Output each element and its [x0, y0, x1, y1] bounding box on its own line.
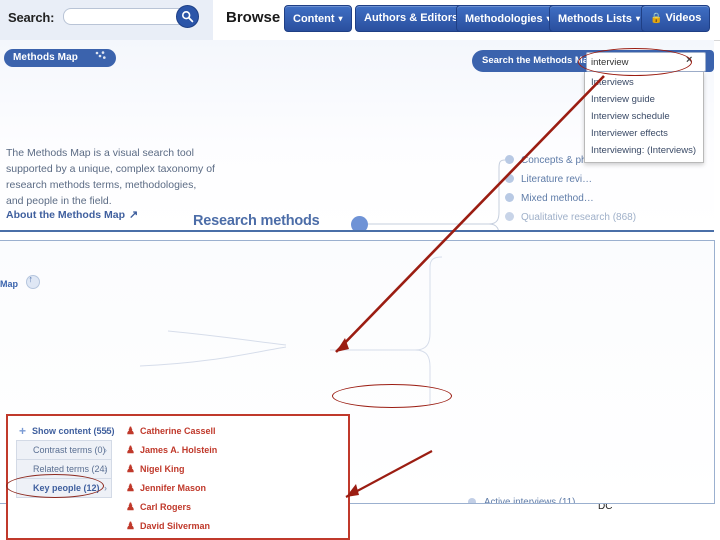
- node-dot-icon: [505, 231, 514, 232]
- key-person-l3[interactable]: ♟ Jennifer Mason: [126, 479, 234, 498]
- node-dot-icon: [505, 212, 514, 221]
- research-methods-node-label: Research methods: [193, 213, 320, 229]
- key-person-l4[interactable]: ♟ Carl Rogers: [126, 498, 234, 517]
- key-person-l2[interactable]: ♟ Nigel King: [126, 460, 234, 479]
- nav-button-authors-editors[interactable]: Authors & Editors: [355, 5, 468, 32]
- screenshot-root: w Delhi DC Search: Browse Content▾ Autho…: [0, 0, 720, 540]
- key-person-l0[interactable]: ♟ Catherine Cassell: [126, 422, 234, 441]
- map-dots-icon: [95, 49, 106, 67]
- chevron-down-icon: ▾: [338, 14, 343, 23]
- child-node-0[interactable]: Active interviews (11): [468, 497, 714, 504]
- nav-button-methodologies[interactable]: Methodologies▾: [456, 5, 560, 32]
- chevron-right-icon: ›: [104, 464, 107, 474]
- key-person-l5[interactable]: ♟ David Silverman: [126, 517, 234, 536]
- kp-menu-show-content[interactable]: + Show content (555) ›: [16, 422, 115, 440]
- key-people-menu: + Show content (555) › Contrast terms (0…: [16, 422, 115, 498]
- browse-area: Browse Content ▾ Authors & Editors Method…: [213, 0, 720, 41]
- panel-top-item-1[interactable]: Literature revi…: [505, 174, 714, 193]
- nav-button-methods-lists[interactable]: Methods Lists ▾: [549, 5, 649, 32]
- key-people-callout-panel: + Show content (555) › Contrast terms (0…: [6, 414, 350, 540]
- methods-map-badge[interactable]: Methods Map: [4, 49, 116, 67]
- methods-map-description: The Methods Map is a visual search tool …: [6, 147, 215, 207]
- about-methods-map-label: About the Methods Map: [6, 209, 125, 221]
- key-person-l5-label: David Silverman: [140, 521, 211, 531]
- search-label: Search:: [8, 10, 55, 25]
- kp-menu-key-people-label: Key people (12): [33, 483, 100, 493]
- nav-button-content[interactable]: Content ▾: [284, 5, 352, 32]
- map-search-bar: Search the Methods Map: [472, 50, 714, 72]
- kp-menu-contrast-terms[interactable]: Contrast terms (0) ›: [16, 440, 112, 459]
- nav-button-videos[interactable]: 🔒 Videos: [641, 5, 711, 32]
- nav-button-authors-editors-label: Authors & Editors: [364, 12, 459, 24]
- panel-top-item-2-label: Mixed method…: [521, 193, 594, 204]
- key-person-l0-label: Catherine Cassell: [140, 426, 216, 436]
- key-people-column-left: ♟ Catherine Cassell ♟ James A. Holstein ♟ N…: [126, 422, 234, 536]
- panel-top-item-3[interactable]: Qualitative research (868): [505, 212, 714, 230]
- chevron-down-icon: ▾: [635, 14, 640, 23]
- nav-button-methodologies-label: Methodologies: [465, 13, 543, 25]
- panel-top-item-3-label: Qualitative research (868): [521, 212, 637, 223]
- key-person-l4-label: Carl Rogers: [140, 502, 192, 512]
- autocomplete-item-1[interactable]: Interview guide: [585, 91, 703, 108]
- kp-menu-related-terms-label: Related terms (24): [33, 464, 108, 474]
- panel-top-item-1-label: Literature revi…: [521, 174, 593, 185]
- nav-button-content-label: Content: [293, 13, 335, 25]
- collapse-up-icon: [25, 274, 40, 289]
- autocomplete-item-0[interactable]: Interviews: [585, 74, 703, 91]
- node-dot-icon: [468, 498, 476, 503]
- map-search-clear-icon[interactable]: ×: [686, 54, 692, 66]
- nav-button-methods-lists-label: Methods Lists: [558, 13, 632, 25]
- site-search-area: Search:: [0, 0, 213, 41]
- panel-top-item-2[interactable]: Mixed method…: [505, 193, 714, 212]
- autocomplete-item-3[interactable]: Interviewer effects: [585, 125, 703, 142]
- panel-top-child-list: Concepts & ph… Literature revi… Mixed me…: [505, 155, 714, 232]
- nav-button-videos-label: Videos: [665, 12, 702, 24]
- lock-icon: 🔒: [650, 13, 663, 24]
- kp-menu-contrast-terms-label: Contrast terms (0): [33, 445, 106, 455]
- kp-menu-related-terms[interactable]: Related terms (24) ›: [16, 459, 112, 478]
- research-methods-node-dot[interactable]: [351, 216, 368, 230]
- methods-map-badge-label: Methods Map: [13, 52, 78, 63]
- chevron-right-icon: ›: [105, 426, 108, 436]
- person-icon: ♟: [126, 445, 135, 456]
- node-dot-icon: [505, 155, 514, 164]
- chevron-right-icon: ›: [104, 483, 107, 493]
- node-dot-icon: [505, 174, 514, 183]
- child-node-0-label: Active interviews (11): [484, 497, 576, 504]
- map-search-autocomplete: Interviews Interview guide Interview sch…: [584, 72, 704, 163]
- search-icon: [181, 10, 194, 23]
- map-search-label: Search the Methods Map: [482, 55, 594, 66]
- key-person-r0[interactable]: ♟Jaber Gubrium: [126, 536, 234, 540]
- person-icon: ♟: [126, 483, 135, 494]
- browse-label: Browse: [226, 9, 281, 26]
- chevron-right-icon: ›: [104, 445, 107, 455]
- panel-top-item-4-label: Quantitative research (162): [521, 231, 642, 232]
- person-icon: ♟: [126, 426, 135, 437]
- panel-top-item-4[interactable]: Quantitative research (162): [505, 231, 714, 232]
- panel-bottom-child-list: Active interviews (11) Biographical Inte…: [468, 497, 714, 504]
- key-person-l3-label: Jennifer Mason: [140, 483, 207, 493]
- autocomplete-item-4[interactable]: Interviewing: (Interviews): [585, 142, 703, 159]
- top-navigation-bar: Search: Browse Content ▾ Authors & Editor…: [0, 0, 720, 41]
- search-input[interactable]: [63, 8, 187, 25]
- key-person-l1[interactable]: ♟ James A. Holstein: [126, 441, 234, 460]
- kp-menu-show-content-label: Show content (555): [32, 426, 115, 436]
- search-button[interactable]: [176, 5, 199, 28]
- person-icon: ♟: [126, 536, 135, 540]
- key-people-columns: ♟ Catherine Cassell ♟ James A. Holstein ♟ N…: [126, 422, 344, 540]
- map-collapse-badge[interactable]: Map: [0, 274, 40, 289]
- autocomplete-item-2[interactable]: Interview schedule: [585, 108, 703, 125]
- person-icon: ♟: [126, 502, 135, 513]
- key-people-column-right: ♟Jaber Gubrium ♟James Holstein ♟Steinar …: [126, 536, 234, 540]
- kp-menu-key-people[interactable]: Key people (12) ›: [16, 478, 112, 498]
- about-methods-map-link[interactable]: About the Methods Map ↗: [6, 208, 138, 221]
- person-icon: ♟: [126, 464, 135, 475]
- plus-icon: +: [19, 424, 27, 438]
- key-person-l1-label: James A. Holstein: [140, 445, 218, 455]
- key-person-l2-label: Nigel King: [140, 464, 185, 474]
- external-link-arrow-icon: ↗: [129, 209, 139, 221]
- map-collapse-badge-label: Map: [0, 279, 18, 289]
- person-icon: ♟: [126, 521, 135, 532]
- node-dot-icon: [505, 193, 514, 202]
